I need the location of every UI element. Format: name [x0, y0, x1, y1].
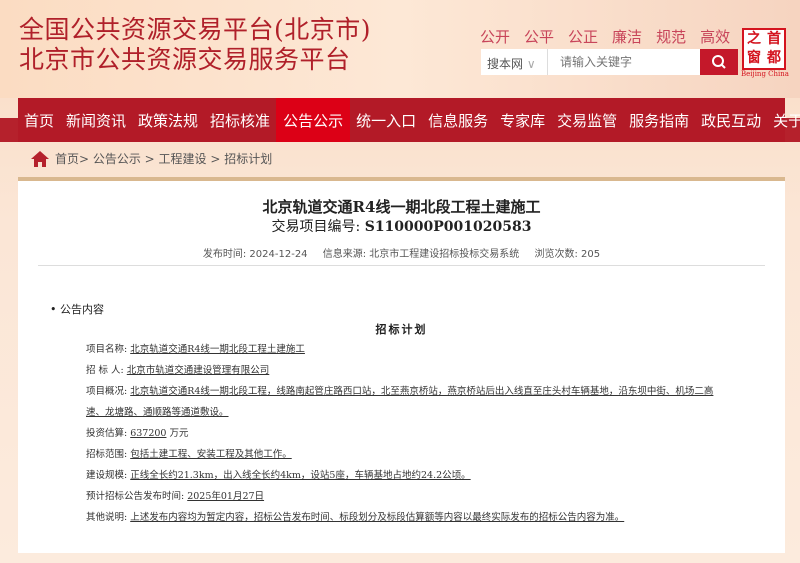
row-label: 建设规模: [86, 470, 128, 481]
row-value: 包括土建工程、安装工程及其他工作。 [130, 449, 292, 460]
article-title: 北京轨道交通R4线一期北段工程土建施工 [262, 198, 541, 216]
row-label: 预计招标公告发布时间: [86, 491, 185, 502]
nav-portal[interactable]: 统一入口 [350, 98, 422, 142]
plan-row: 招标范围: 包括土建工程、安装工程及其他工作。 [86, 444, 726, 465]
logo-char: 都 [767, 50, 781, 66]
row-label: 投资估算: [86, 428, 128, 439]
divider [38, 265, 765, 266]
logo-char: 之 [747, 31, 761, 47]
publish-date: 发布时间: 2024-12-24 [202, 249, 308, 260]
search-scope-select[interactable]: 搜本网 ∨ [481, 49, 548, 75]
row-value: 正线全长约21.3km，出入线全长约4km，设站5座，车辆基地占地约24.2公顷… [130, 470, 471, 481]
plan-row: 项目名称: 北京轨道交通R4线一期北段工程土建施工 [86, 339, 726, 360]
search-button[interactable] [700, 49, 738, 75]
logo-char: 首 [767, 31, 781, 47]
row-label: 其他说明: [86, 512, 128, 523]
article-panel: 北京轨道交通R4线一期北段工程土建施工 交易项目编号: S110000P0010… [18, 177, 785, 553]
plan-row: 投资估算: 637200 万元 [86, 423, 726, 444]
header: 全国公共资源交易平台(北京市) 北京市公共资源交易服务平台 公开 公平 公正 廉… [0, 0, 800, 98]
slogan: 规范 [656, 28, 687, 46]
plan-row: 招 标 人: 北京市轨道交通建设管理有限公司 [86, 360, 726, 381]
slogan: 廉洁 [612, 28, 643, 46]
row-value: 637200 [130, 428, 167, 439]
plan-row: 其他说明: 上述发布内容均为暂定内容，招标公告发布时间、标段划分及标段估算额等内容… [86, 507, 726, 528]
row-suffix: 万元 [169, 428, 189, 439]
row-label: 招标范围: [86, 449, 128, 460]
nav-approval[interactable]: 招标核准 [204, 98, 276, 142]
row-value: 北京市轨道交通建设管理有限公司 [126, 365, 270, 376]
row-label: 项目名称: [86, 344, 128, 355]
logo-char: 窗 [747, 50, 761, 66]
search-bar: 搜本网 ∨ [481, 49, 738, 75]
plan-row: 项目概况: 北京轨道交通R4线一期北段工程，线路南起管庄路西口站，北至燕京桥站，燕… [86, 381, 726, 423]
row-value: 北京轨道交通R4线一期北段工程，线路南起管庄路西口站，北至燕京桥站，燕京桥站后出… [86, 386, 714, 418]
nav-supervision[interactable]: 交易监管 [551, 98, 623, 142]
nav-experts[interactable]: 专家库 [494, 98, 551, 142]
row-label: 项目概况: [86, 386, 128, 397]
nav-home[interactable]: 首页 [18, 98, 60, 142]
plan-row: 预计招标公告发布时间: 2025年01月27日 [86, 486, 726, 507]
row-value: 北京轨道交通R4线一期北段工程土建施工 [130, 344, 305, 355]
nav-interaction[interactable]: 政民互动 [695, 98, 767, 142]
plan-rows: 项目名称: 北京轨道交通R4线一期北段工程土建施工招 标 人: 北京市轨道交通建设管… [86, 339, 726, 528]
info-source: 信息来源: 北京市工程建设招标投标交易系统 [322, 249, 520, 260]
code-label: 交易项目编号: [271, 219, 361, 235]
section-heading: • 公告内容 [50, 303, 104, 316]
nav-news[interactable]: 新闻资讯 [60, 98, 132, 142]
article-meta: 发布时间: 2024-12-24 信息来源: 北京市工程建设招标投标交易系统 浏… [18, 245, 785, 260]
slogans: 公开 公平 公正 廉洁 规范 高效 [480, 26, 730, 47]
plan-row: 建设规模: 正线全长约21.3km，出入线全长约4km，设站5座，车辆基地占地约2… [86, 465, 726, 486]
nav-policy[interactable]: 政策法规 [132, 98, 204, 142]
nav-announcements[interactable]: 公告公示 [276, 98, 351, 142]
view-count: 浏览次数: 205 [534, 249, 601, 260]
row-value: 2025年01月27日 [187, 491, 265, 502]
logo-subtitle: Beijing China [741, 70, 789, 78]
site-subtitle: 北京市公共资源交易服务平台 [19, 45, 351, 74]
slogan: 高效 [700, 28, 731, 46]
row-label: 招 标 人: [86, 365, 124, 376]
slogan: 公开 [480, 28, 511, 46]
slogan: 公正 [568, 28, 599, 46]
chevron-down-icon: ∨ [526, 57, 536, 71]
nav-info[interactable]: 信息服务 [422, 98, 494, 142]
slogan: 公平 [524, 28, 555, 46]
breadcrumb: 首页> 公告公示 > 工程建设 > 招标计划 [31, 150, 272, 167]
main-nav: 首页 新闻资讯 政策法规 招标核准 公告公示 统一入口 信息服务 专家库 交易监… [18, 98, 800, 142]
capital-window-logo[interactable]: 之首窗都 [742, 28, 786, 70]
breadcrumb-text[interactable]: 首页> 公告公示 > 工程建设 > 招标计划 [55, 150, 272, 167]
nav-about[interactable]: 关于中心 [767, 98, 800, 142]
home-icon[interactable] [31, 150, 49, 167]
plan-title: 招标计划 [375, 323, 428, 336]
search-icon [712, 55, 726, 69]
project-code: 交易项目编号: S110000P001020583 [18, 216, 785, 236]
search-scope-label: 搜本网 [487, 57, 524, 71]
search-input[interactable] [548, 49, 700, 75]
code-value: S110000P001020583 [364, 219, 532, 235]
row-value: 上述发布内容均为暂定内容，招标公告发布时间、标段划分及标段估算额等内容以最终实际… [130, 512, 625, 523]
nav-guide[interactable]: 服务指南 [623, 98, 695, 142]
